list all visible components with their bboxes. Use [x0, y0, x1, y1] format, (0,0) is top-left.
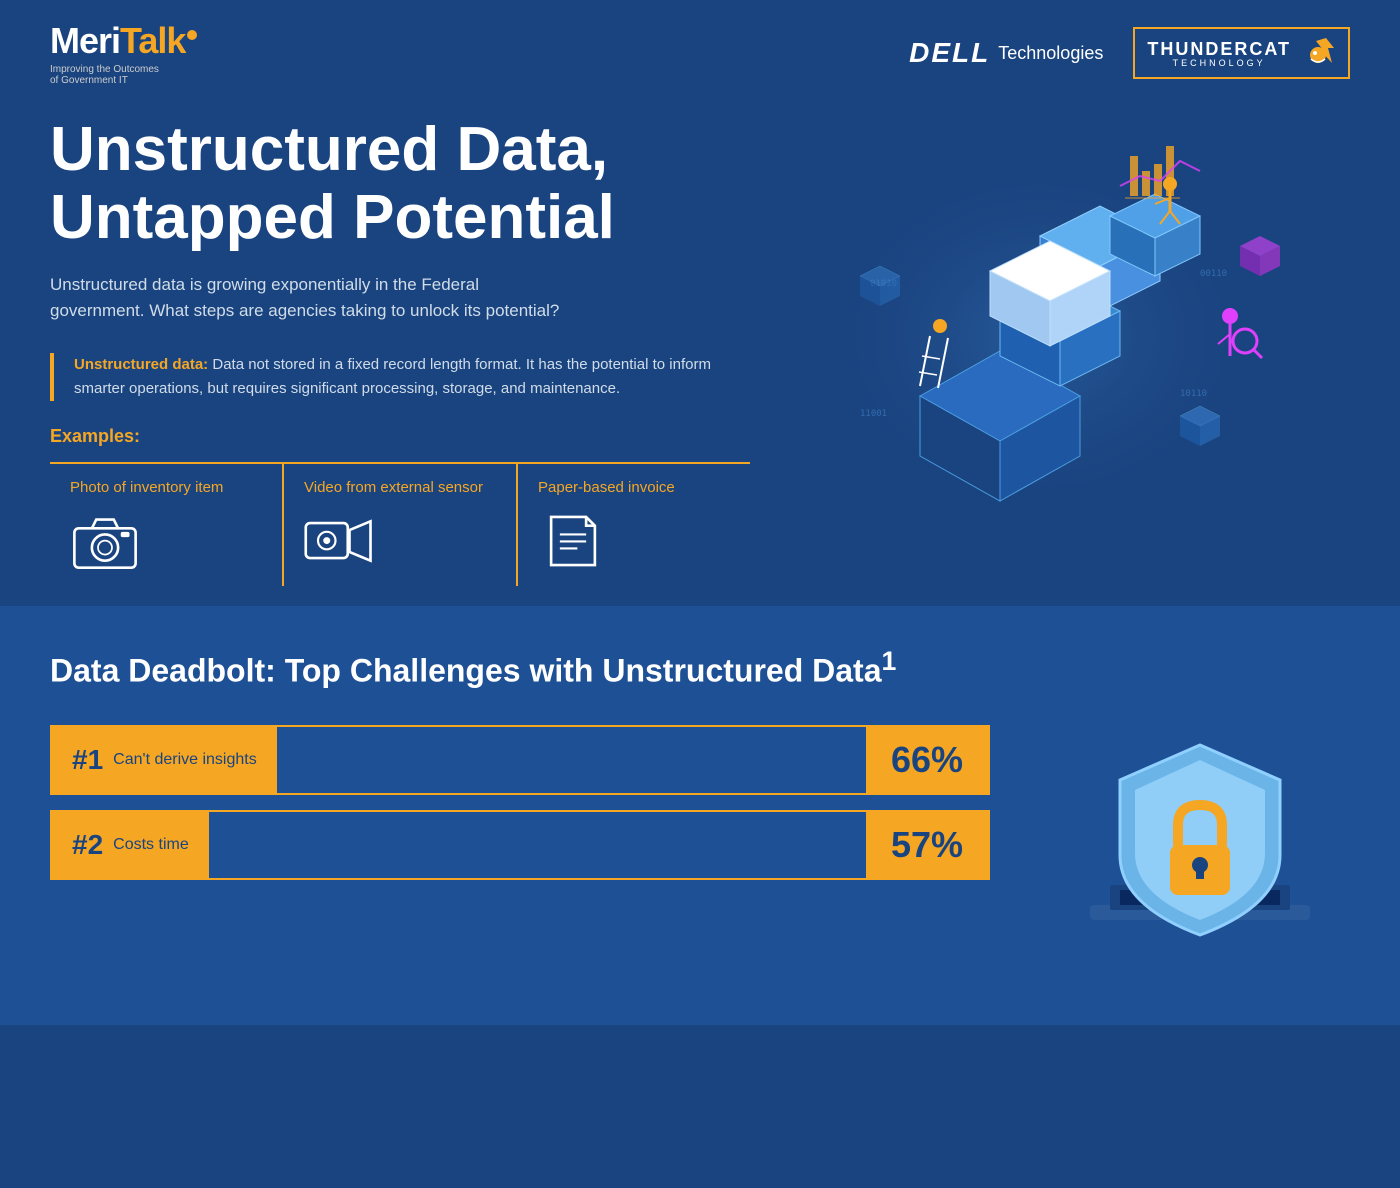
hero-title: Unstructured Data, Untapped Potential: [50, 116, 750, 252]
pct-value-2: 57%: [891, 824, 963, 866]
video-icon: [304, 511, 374, 571]
meritalk-tagline: Improving the Outcomes of Government IT: [50, 64, 197, 86]
bottom-section: Data Deadbolt: Top Challenges with Unstr…: [0, 606, 1400, 1025]
cube-illustration: 01010 10110 11001 00110: [800, 116, 1280, 536]
challenges-list: #1 Can't derive insights 66% #2 Costs ti…: [50, 725, 990, 985]
thundercat-logo: THUNDERCAT TECHNOLOGY: [1133, 27, 1350, 79]
example-photo: Photo of inventory item: [50, 464, 284, 586]
svg-text:10110: 10110: [1180, 389, 1207, 399]
header: MeriTalk Improving the Outcomes of Gover…: [0, 0, 1400, 96]
example-video-label: Video from external sensor: [304, 479, 496, 496]
rank-num-1: #1: [72, 744, 103, 776]
definition-box: Unstructured data: Data not stored in a …: [50, 353, 750, 401]
hero-subtitle: Unstructured data is growing exponential…: [50, 272, 570, 323]
hero-section: Unstructured Data, Untapped Potential Un…: [0, 96, 1400, 586]
shield-icon: [1070, 725, 1330, 985]
svg-text:00110: 00110: [1200, 269, 1227, 279]
hero-left: Unstructured Data, Untapped Potential Un…: [50, 116, 750, 586]
challenge-row-1: #1 Can't derive insights 66%: [50, 725, 990, 795]
dell-name: DELL: [909, 37, 990, 69]
example-document: Paper-based invoice: [518, 464, 750, 586]
shield-area: [1050, 725, 1350, 985]
meritalk-logo: MeriTalk Improving the Outcomes of Gover…: [50, 20, 197, 86]
deadbolt-title: Data Deadbolt: Top Challenges with Unstr…: [50, 646, 1350, 690]
thundercat-name: THUNDERCAT: [1147, 39, 1291, 59]
definition-text: Unstructured data: Data not stored in a …: [74, 353, 750, 401]
hero-right: 01010 10110 11001 00110: [790, 116, 1290, 586]
thundercat-mascot-icon: [1296, 33, 1336, 73]
examples-grid: Photo of inventory item Video from exter…: [50, 462, 750, 586]
meritalk-name: MeriTalk: [50, 20, 197, 62]
challenge-pct-2: 57%: [866, 812, 988, 878]
challenge-rank-2: #2 Costs time: [52, 812, 209, 878]
example-video: Video from external sensor: [284, 464, 518, 586]
camera-icon: [70, 511, 140, 571]
challenge-row-2: #2 Costs time 57%: [50, 810, 990, 880]
svg-text:11001: 11001: [860, 409, 887, 419]
document-icon: [538, 511, 608, 571]
thundercat-info: THUNDERCAT TECHNOLOGY: [1147, 39, 1291, 68]
rank-label-2: Costs time: [113, 836, 189, 854]
dell-logo: DELL Technologies: [909, 37, 1103, 69]
thundercat-sub: TECHNOLOGY: [1147, 58, 1291, 68]
rank-num-2: #2: [72, 829, 103, 861]
challenge-pct-1: 66%: [866, 727, 988, 793]
definition-term: Unstructured data:: [74, 356, 208, 373]
pct-value-1: 66%: [891, 739, 963, 781]
rank-label-1: Can't derive insights: [113, 751, 257, 769]
partner-logos: DELL Technologies THUNDERCAT TECHNOLOGY: [909, 27, 1350, 79]
example-document-label: Paper-based invoice: [538, 479, 730, 496]
challenge-rank-1: #1 Can't derive insights: [52, 727, 277, 793]
example-photo-label: Photo of inventory item: [70, 479, 262, 496]
dell-suffix: Technologies: [998, 43, 1103, 64]
bottom-content: #1 Can't derive insights 66% #2 Costs ti…: [50, 725, 1350, 985]
examples-label: Examples:: [50, 426, 750, 447]
